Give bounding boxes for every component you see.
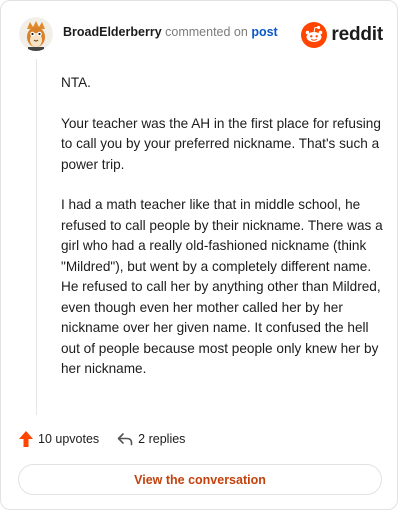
reply-arrow-icon <box>117 433 133 446</box>
comment-paragraph: I had a math teacher like that in middle… <box>61 197 383 376</box>
reddit-brand[interactable]: reddit <box>301 21 383 49</box>
comment-body: NTA. Your teacher was the AH in the firs… <box>61 73 383 400</box>
comment-card: BroadElderberry commented on post reddit… <box>0 0 398 510</box>
reply-count: 2 replies <box>138 432 186 446</box>
reddit-wordmark: reddit <box>331 24 383 45</box>
comment-byline: BroadElderberry commented on post <box>63 25 278 39</box>
comment-paragraph: Your teacher was the AH in the first pla… <box>61 115 381 172</box>
view-conversation-button[interactable]: View the conversation <box>18 464 382 495</box>
reddit-logo-icon <box>301 22 328 48</box>
avatar[interactable] <box>19 17 53 51</box>
post-link[interactable]: post <box>251 25 277 39</box>
replies-button[interactable]: 2 replies <box>117 432 185 446</box>
comment-actions: 10 upvotes 2 replies <box>19 429 203 449</box>
upvote-button[interactable]: 10 upvotes <box>19 431 99 447</box>
comment-header: BroadElderberry commented on post reddit <box>19 17 383 53</box>
username[interactable]: BroadElderberry <box>63 25 162 39</box>
upvote-count: 10 upvotes <box>38 432 100 446</box>
upvote-arrow-icon <box>19 431 33 447</box>
commented-on-text: commented on <box>165 25 248 39</box>
comment-paragraph: NTA. <box>61 75 91 90</box>
thread-line <box>36 59 37 415</box>
avatar-icon <box>19 17 53 51</box>
